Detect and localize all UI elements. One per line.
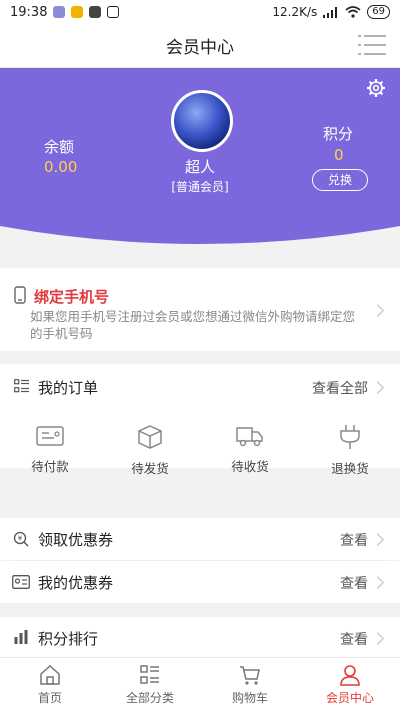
notification-icon bbox=[53, 6, 66, 18]
exchange-button[interactable]: 兑换 bbox=[312, 169, 368, 191]
tab-cart[interactable]: 购物车 bbox=[200, 658, 300, 712]
order-pending-receipt[interactable]: 待收货 bbox=[210, 424, 290, 475]
order-pending-payment[interactable]: 待付款 bbox=[10, 424, 90, 475]
status-time: 19:38 bbox=[10, 4, 48, 20]
points-ranking-row[interactable]: 积分排行 查看 bbox=[0, 617, 400, 657]
wifi-icon bbox=[345, 6, 361, 18]
orders-card: 我的订单 查看全部 待付款 待发货 待收货 退换货 bbox=[0, 364, 400, 476]
bar-chart-icon bbox=[14, 630, 28, 644]
notification-icon bbox=[71, 6, 84, 18]
tab-label: 会员中心 bbox=[325, 691, 374, 705]
order-returns[interactable]: 退换货 bbox=[310, 424, 390, 477]
coupon-card-icon bbox=[12, 575, 30, 589]
points-value[interactable]: 0 bbox=[334, 146, 344, 164]
header-curve bbox=[0, 226, 400, 254]
phone-icon bbox=[14, 286, 26, 304]
chevron-right-icon bbox=[371, 632, 384, 645]
download-icon bbox=[107, 6, 120, 18]
tab-all-categories[interactable]: 全部分类 bbox=[100, 658, 200, 712]
my-coupons-row[interactable]: 我的优惠券 查看 bbox=[0, 561, 400, 603]
points-label: 积分 bbox=[323, 125, 354, 143]
list-icon bbox=[14, 379, 29, 393]
notification-icon bbox=[89, 6, 102, 18]
category-icon bbox=[140, 665, 159, 684]
svg-text:¥: ¥ bbox=[18, 535, 23, 543]
chevron-right-icon bbox=[371, 381, 384, 394]
chevron-right-icon bbox=[371, 576, 384, 589]
home-icon bbox=[40, 664, 60, 685]
signal-icon bbox=[323, 6, 338, 18]
balance-value[interactable]: 0.00 bbox=[44, 158, 77, 176]
my-coupons-title: 我的优惠券 bbox=[38, 574, 114, 592]
tab-label: 全部分类 bbox=[125, 691, 174, 705]
my-coupons-view-link[interactable]: 查看 bbox=[340, 573, 368, 593]
box-icon bbox=[138, 425, 162, 449]
get-coupons-title: 领取优惠券 bbox=[38, 531, 114, 549]
orders-title: 我的订单 bbox=[38, 379, 99, 397]
profile-header: 超人 [普通会员] 余额 0.00 积分 0 兑换 bbox=[0, 68, 400, 254]
order-item-label: 待收货 bbox=[231, 459, 269, 474]
menu-lines-icon[interactable] bbox=[358, 34, 386, 56]
gear-icon[interactable] bbox=[366, 78, 386, 98]
bind-phone-card[interactable]: 绑定手机号 如果您用手机号注册过会员或您想通过微信外购物请绑定您的手机号码 bbox=[0, 268, 400, 351]
chevron-right-icon bbox=[371, 304, 384, 317]
battery-indicator: 69 bbox=[367, 5, 390, 19]
plug-icon bbox=[340, 425, 360, 449]
network-speed: 12.2K/s bbox=[272, 5, 318, 19]
get-coupons-row[interactable]: ¥ 领取优惠券 查看 bbox=[0, 518, 400, 560]
tab-label: 购物车 bbox=[231, 691, 268, 705]
user-icon bbox=[340, 665, 360, 686]
tab-member-center[interactable]: 会员中心 bbox=[300, 658, 400, 712]
bind-phone-description: 如果您用手机号注册过会员或您想通过微信外购物请绑定您的手机号码 bbox=[30, 309, 356, 341]
get-coupons-view-link[interactable]: 查看 bbox=[340, 530, 368, 550]
order-pending-shipment[interactable]: 待发货 bbox=[110, 424, 190, 477]
truck-icon bbox=[236, 427, 263, 447]
chevron-right-icon bbox=[371, 533, 384, 546]
coupon-search-icon: ¥ bbox=[13, 531, 29, 547]
status-bar: 19:38 12.2K/s 69 bbox=[0, 0, 400, 24]
bottom-tab-bar: 首页 全部分类 购物车 会员中心 bbox=[0, 657, 400, 712]
points-ranking-view-link[interactable]: 查看 bbox=[340, 629, 368, 649]
nav-bar: 会员中心 bbox=[0, 24, 400, 68]
tab-label: 首页 bbox=[37, 691, 62, 705]
avatar[interactable] bbox=[171, 90, 233, 152]
page-title: 会员中心 bbox=[166, 38, 234, 58]
points-ranking-title: 积分排行 bbox=[38, 630, 99, 648]
wallet-icon bbox=[36, 426, 64, 446]
order-item-label: 退换货 bbox=[331, 461, 369, 476]
tab-home[interactable]: 首页 bbox=[0, 658, 100, 712]
cart-icon bbox=[240, 666, 260, 685]
balance-label: 余额 bbox=[44, 138, 75, 156]
bind-phone-title: 绑定手机号 bbox=[34, 288, 110, 306]
order-item-label: 待发货 bbox=[131, 461, 169, 476]
order-item-label: 待付款 bbox=[31, 459, 69, 474]
view-all-orders-link[interactable]: 查看全部 bbox=[312, 378, 368, 398]
